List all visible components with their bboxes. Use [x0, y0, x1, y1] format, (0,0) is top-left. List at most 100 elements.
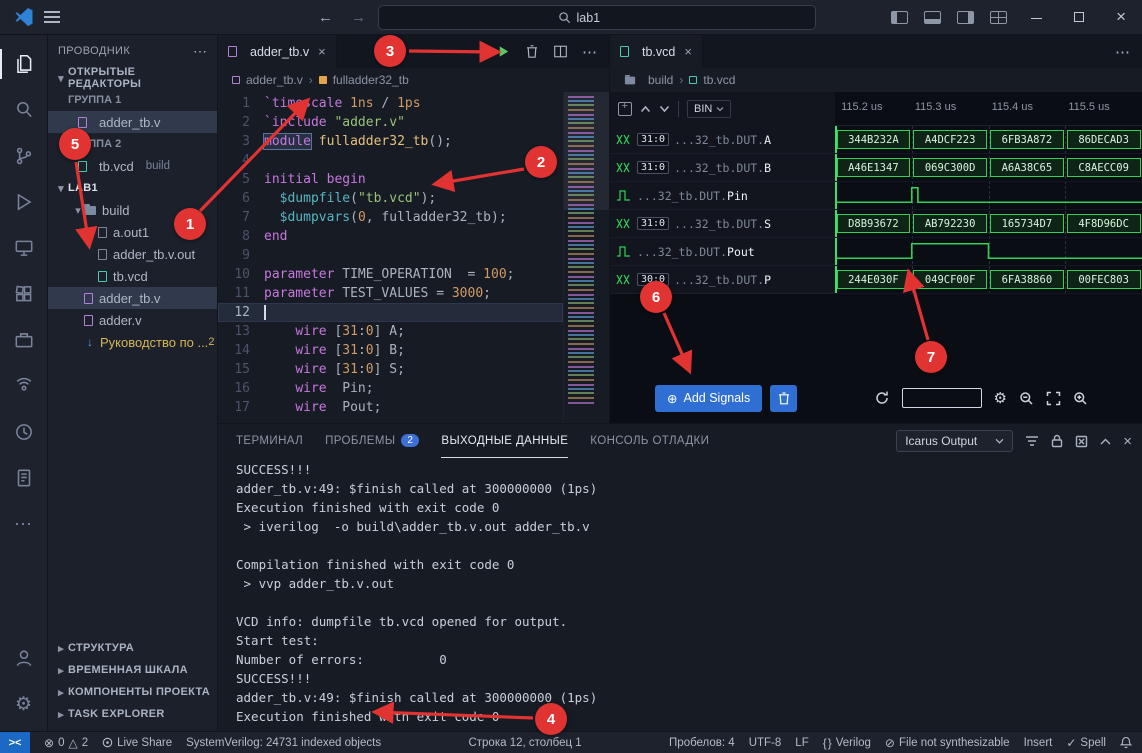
wave-row[interactable]	[835, 238, 1142, 266]
output-console[interactable]: SUCCESS!!!adder_tb.v:49: $finish called …	[218, 458, 1142, 731]
close-button[interactable]: ×	[1108, 7, 1134, 27]
breadcrumb-file[interactable]: adder_tb.v	[246, 73, 303, 87]
code-line[interactable]: 10parameter TIME_OPERATION = 100;	[218, 265, 563, 284]
tab-adder-tb[interactable]: adder_tb.v ×	[218, 35, 337, 68]
marker-tool-icon[interactable]	[618, 102, 632, 116]
wave-row[interactable]	[835, 182, 1142, 210]
menu-icon[interactable]	[44, 11, 60, 23]
breadcrumb-folder[interactable]: build	[648, 73, 673, 87]
account-icon[interactable]	[0, 635, 48, 681]
language-status[interactable]: { } Verilog	[823, 736, 871, 750]
minimap[interactable]	[563, 92, 609, 423]
workspace-root-header[interactable]: ▾ LAB1	[48, 177, 217, 199]
signal-row[interactable]: 31:0...32_tb.DUT.S	[610, 210, 835, 238]
cursor-position[interactable]: Строка 12, столбец 1	[468, 737, 581, 749]
signal-row[interactable]: 31:0...32_tb.DUT.B	[610, 154, 835, 182]
notebook-icon[interactable]	[0, 455, 48, 501]
close-panel-icon[interactable]: ×	[1123, 433, 1132, 450]
more-actions-icon[interactable]: ⋯	[582, 43, 597, 61]
toggle-secondary-sidebar-icon[interactable]	[957, 11, 974, 24]
code-line[interactable]: 2`include "adder.v"	[218, 113, 563, 132]
code-line[interactable]: 1`timescale 1ns / 1ps	[218, 94, 563, 113]
remote-explorer-icon[interactable]	[0, 225, 48, 271]
code-line[interactable]: 7 $dumpvars(0, fulladder32_tb);	[218, 208, 563, 227]
signal-row[interactable]: ...32_tb.DUT.Pout	[610, 238, 835, 266]
synthesis-status[interactable]: ⊘ File not synthesizable	[885, 736, 1010, 750]
zoom-out-icon[interactable]	[1019, 391, 1034, 406]
notifications-bell[interactable]	[1120, 736, 1132, 749]
maximize-button[interactable]	[1066, 9, 1092, 25]
wave-row[interactable]: 244E030F049CF00F6FA3886000FEC803	[835, 266, 1142, 294]
indexer-status[interactable]: SystemVerilog: 24731 indexed objects	[186, 737, 381, 749]
tree-item[interactable]: ↓Руководство по ...2	[48, 331, 217, 353]
wave-row[interactable]: D8B93672AB792230165734D74F8D96DC	[835, 210, 1142, 238]
customize-layout-icon[interactable]	[990, 11, 1007, 24]
signal-row[interactable]: ...32_tb.DUT.Pin	[610, 182, 835, 210]
filter-icon[interactable]	[1025, 435, 1039, 447]
collapsed-section[interactable]: ▸TASK EXPLORER	[48, 703, 217, 725]
code-line[interactable]: 15 wire [31:0] S;	[218, 360, 563, 379]
source-control-icon[interactable]	[0, 133, 48, 179]
remote-indicator[interactable]: ><	[0, 732, 30, 753]
breadcrumb-symbol[interactable]: fulladder32_tb	[333, 73, 409, 87]
trash-icon[interactable]	[525, 44, 539, 59]
code-line[interactable]: 12	[218, 303, 563, 322]
tree-item[interactable]: tb.vcd	[48, 265, 217, 287]
code-line[interactable]: 3module fulladder32_tb();	[218, 132, 563, 151]
wave-row[interactable]: 344B232AA4DCF2236FB3A87286DECAD3	[835, 126, 1142, 154]
panel-tab-0[interactable]: ТЕРМИНАЛ	[236, 424, 303, 458]
collapsed-section[interactable]: ▸КОМПОНЕНТЫ ПРОЕКТА	[48, 681, 217, 703]
close-tab-icon[interactable]: ×	[684, 44, 692, 59]
tree-item[interactable]: adder_tb.v.out	[48, 243, 217, 265]
breadcrumb-file[interactable]: tb.vcd	[703, 73, 735, 87]
project-manager-icon[interactable]	[0, 317, 48, 363]
run-debug-icon[interactable]	[0, 179, 48, 225]
code-line[interactable]: 5initial begin	[218, 170, 563, 189]
minimize-button[interactable]	[1023, 9, 1050, 25]
close-tab-icon[interactable]: ×	[318, 44, 326, 59]
settings-icon[interactable]: ⚙	[994, 389, 1007, 407]
lock-icon[interactable]	[1051, 434, 1063, 448]
timeline-ruler[interactable]: 115.2 us 115.3 us 115.4 us 115.5 us	[835, 92, 1142, 126]
refresh-icon[interactable]	[874, 390, 890, 406]
time-input[interactable]	[902, 388, 982, 408]
code-line[interactable]: 11parameter TEST_VALUES = 3000;	[218, 284, 563, 303]
search-sidebar-icon[interactable]	[0, 87, 48, 133]
spell-status[interactable]: ✓ Spell	[1066, 736, 1106, 750]
toggle-panel-icon[interactable]	[924, 11, 941, 24]
back-icon[interactable]: ←	[318, 9, 333, 26]
eol-status[interactable]: LF	[795, 737, 808, 749]
add-signals-button[interactable]: ⊕ Add Signals	[655, 385, 762, 412]
maximize-panel-icon[interactable]	[1100, 438, 1111, 445]
code-line[interactable]: 16 wire Pin;	[218, 379, 563, 398]
collapsed-section[interactable]: ▸ВРЕМЕННАЯ ШКАЛА	[48, 659, 217, 681]
more-actions-icon[interactable]: ⋯	[1115, 43, 1130, 61]
collapsed-section[interactable]: ▸СТРУКТУРА	[48, 637, 217, 659]
settings-gear-icon[interactable]: ⚙	[0, 681, 48, 727]
previous-transition-icon[interactable]	[640, 105, 651, 113]
split-editor-icon[interactable]	[553, 44, 568, 59]
tree-item[interactable]: adder.v	[48, 309, 217, 331]
zoom-in-icon[interactable]	[1073, 391, 1088, 406]
code-line[interactable]: 17 wire Pout;	[218, 398, 563, 417]
more-views-icon[interactable]: ⋯	[0, 501, 48, 547]
live-share-status[interactable]: Live Share	[102, 737, 172, 749]
indentation-status[interactable]: Пробелов: 4	[669, 737, 735, 749]
code-line[interactable]: 14 wire [31:0] B;	[218, 341, 563, 360]
history-icon[interactable]	[0, 409, 48, 455]
tree-item[interactable]: adder_tb.v	[48, 287, 217, 309]
insert-mode-status[interactable]: Insert	[1024, 737, 1053, 749]
value-format-dropdown[interactable]: BIN	[687, 100, 731, 118]
encoding-status[interactable]: UTF-8	[749, 737, 782, 749]
signal-row[interactable]: 31:0...32_tb.DUT.A	[610, 126, 835, 154]
search-input[interactable]	[577, 11, 637, 25]
panel-tab-1[interactable]: ПРОБЛЕМЫ2	[325, 424, 419, 458]
code-line[interactable]: 9	[218, 246, 563, 265]
code-line[interactable]: 13 wire [31:0] A;	[218, 322, 563, 341]
toggle-sidebar-icon[interactable]	[891, 11, 908, 24]
problems-status[interactable]: ⊗0 △2	[44, 736, 88, 750]
live-share-icon[interactable]	[0, 363, 48, 409]
zoom-fit-icon[interactable]	[1046, 391, 1061, 406]
wave-canvas[interactable]: 344B232AA4DCF2236FB3A87286DECAD3A46E1347…	[835, 126, 1142, 294]
next-transition-icon[interactable]	[659, 105, 670, 113]
